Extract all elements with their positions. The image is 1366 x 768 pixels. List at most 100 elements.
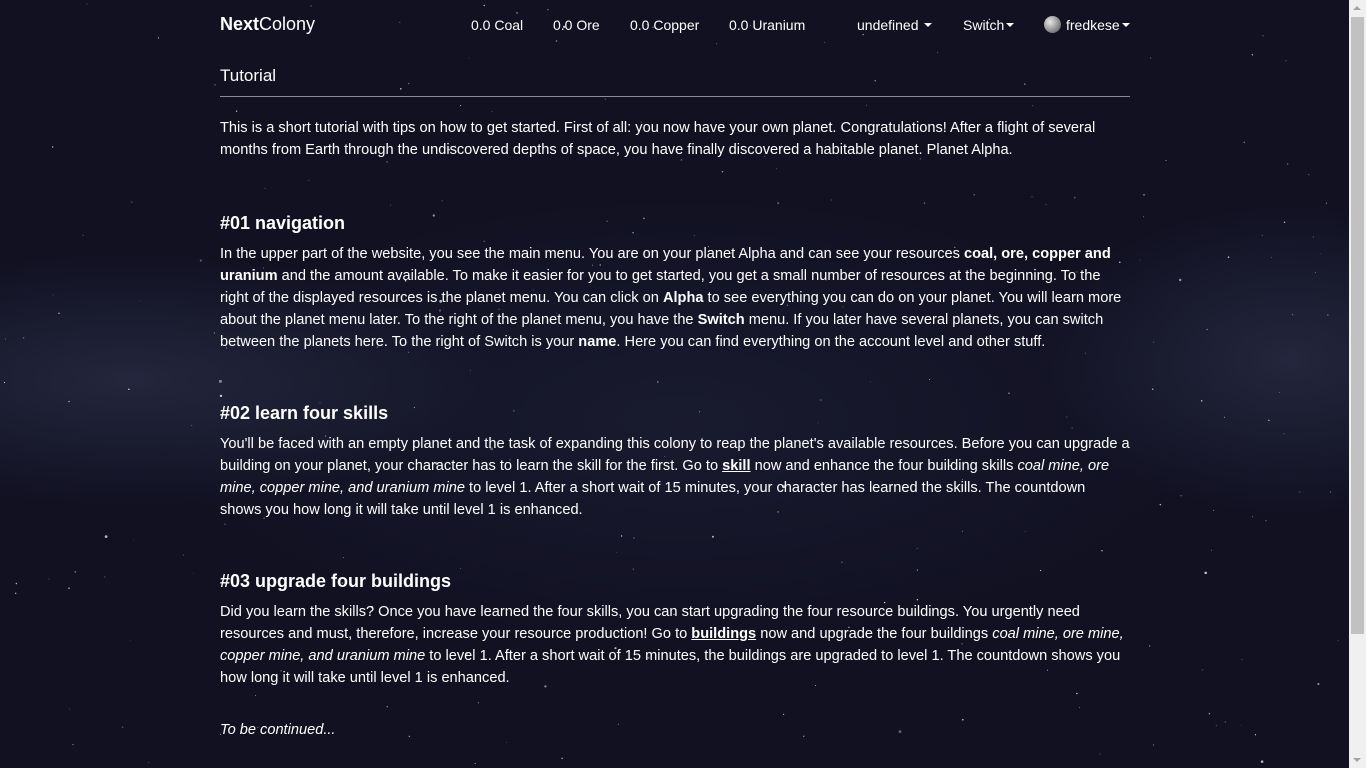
star-dot: [148, 762, 150, 764]
star-dot: [1210, 549, 1212, 551]
star-dot: [1206, 328, 1208, 331]
buildings-link[interactable]: buildings: [691, 626, 756, 642]
star-dot: [1286, 163, 1289, 165]
star-dot: [1265, 519, 1267, 522]
star-dot: [1241, 659, 1243, 661]
star-dot: [1329, 491, 1332, 493]
vertical-scrollbar[interactable]: [1349, 0, 1366, 768]
brand-logo-link[interactable]: NextColony: [220, 14, 315, 35]
alpha-emphasis: Alpha: [662, 290, 704, 306]
star-dot: [1308, 173, 1310, 176]
star-dot: [1260, 760, 1264, 764]
star-dot: [1208, 712, 1211, 715]
star-dot: [191, 424, 193, 426]
star-dot: [1152, 744, 1155, 746]
star-dot: [1165, 160, 1167, 162]
star-dot: [3, 381, 6, 384]
star-dot: [1251, 54, 1254, 56]
star-dot: [129, 640, 131, 641]
star-dot: [506, 742, 507, 743]
planet-menu-dropdown[interactable]: undefined: [857, 17, 932, 33]
brand-name-bold: Next: [220, 14, 260, 34]
user-menu-dropdown[interactable]: fredkese: [1044, 16, 1130, 33]
star-dot: [1143, 194, 1145, 196]
resource-coal[interactable]: 0.0 Coal: [471, 17, 523, 33]
star-dot: [1299, 491, 1301, 493]
star-dot: [48, 578, 50, 580]
star-dot: [68, 400, 70, 403]
star-dot: [1159, 503, 1162, 506]
star-dot: [214, 84, 216, 86]
star-dot: [1150, 57, 1152, 59]
star-dot: [58, 312, 60, 315]
star-dot: [1283, 433, 1285, 435]
star-dot: [121, 726, 124, 728]
resource-uranium[interactable]: 0.0 Uranium: [729, 17, 805, 33]
star-dot: [199, 259, 202, 262]
brand-name-rest: Colony: [259, 14, 316, 34]
to-be-continued-text: To be continued...: [220, 722, 336, 738]
star-dot: [1283, 221, 1286, 224]
star-dot: [1327, 314, 1329, 316]
section-navigation-heading: #01 navigation: [220, 213, 346, 233]
text-segment: In the upper part of the website, you se…: [220, 246, 964, 262]
scroll-down-arrow-icon[interactable]: [1349, 751, 1366, 768]
resource-copper[interactable]: 0.0 Copper: [630, 17, 699, 33]
star-dot: [1180, 495, 1182, 497]
star-dot: [1200, 400, 1203, 402]
star-dot: [133, 539, 134, 540]
star-dot: [52, 294, 54, 296]
star-dot: [1099, 753, 1101, 755]
star-dot: [193, 572, 194, 574]
star-dot: [1179, 278, 1182, 282]
star-dot: [104, 535, 108, 538]
star-dot: [1312, 236, 1315, 238]
star-dot: [15, 592, 17, 594]
star-dot: [1204, 571, 1207, 575]
switch-emphasis: Switch: [697, 312, 745, 328]
resource-ore[interactable]: 0.0 Ore: [553, 17, 600, 33]
page: NextColony 0.0 Coal 0.0 Ore 0.0 Copper 0…: [0, 0, 1366, 768]
star-dot: [1201, 669, 1204, 671]
user-menu-label: fredkese: [1066, 16, 1120, 33]
star-dot: [213, 332, 216, 334]
star-dot: [1240, 724, 1242, 726]
chevron-down-icon: [1121, 22, 1130, 27]
section-buildings-heading: #03 upgrade four buildings: [220, 571, 452, 591]
star-dot: [1213, 509, 1215, 511]
star-dot: [5, 338, 6, 340]
star-dot: [937, 52, 939, 54]
star-dot: [468, 57, 470, 59]
star-dot: [1148, 645, 1151, 647]
switch-menu-dropdown[interactable]: Switch: [963, 17, 1015, 33]
chevron-down-icon: [923, 23, 932, 27]
star-dot: [1268, 419, 1270, 422]
planet-menu-label: undefined: [857, 17, 919, 33]
tutorial-content: Tutorial This is a short tutorial with t…: [220, 64, 1130, 741]
star-dot: [561, 757, 563, 760]
star-dot: [1139, 259, 1141, 261]
section-skills-text: You'll be faced with an empty planet and…: [220, 433, 1130, 521]
star-dot: [1292, 314, 1294, 316]
star-dot: [474, 763, 476, 764]
section-navigation-text: In the upper part of the website, you se…: [220, 243, 1130, 353]
star-dot: [1279, 392, 1281, 394]
star-dot: [68, 708, 71, 710]
star-dot: [23, 337, 25, 339]
star-dot: [128, 388, 130, 390]
switch-menu-label: Switch: [963, 17, 1005, 33]
scrollbar-thumb[interactable]: [1351, 17, 1364, 634]
section-skills-heading: #02 learn four skills: [220, 403, 389, 423]
skill-link[interactable]: skill: [722, 458, 750, 474]
name-emphasis: name: [578, 334, 617, 350]
star-dot: [1224, 416, 1226, 418]
star-dot: [130, 201, 133, 203]
star-dot: [51, 146, 54, 148]
star-dot: [1315, 272, 1317, 273]
star-dot: [82, 234, 84, 236]
star-dot: [1252, 516, 1254, 518]
chevron-down-icon: [1006, 23, 1015, 27]
text-segment: now and upgrade the four buildings: [756, 626, 993, 642]
star-dot: [1153, 341, 1155, 343]
scroll-up-arrow-icon[interactable]: [1349, 0, 1366, 17]
